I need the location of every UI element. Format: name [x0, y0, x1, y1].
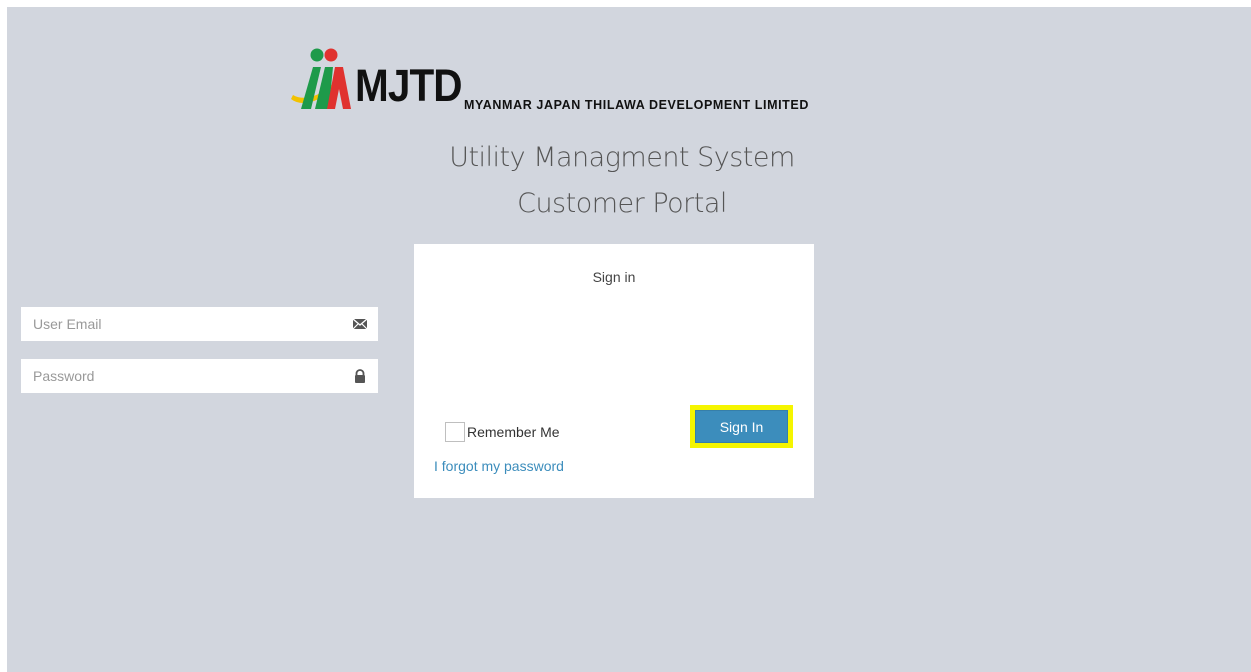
email-field: [20, 306, 379, 342]
password-input[interactable]: [21, 359, 355, 393]
sign-in-button-highlight: Sign In: [690, 405, 793, 448]
mjtd-logo-mark-icon: [291, 48, 351, 109]
forgot-password-link[interactable]: I forgot my password: [434, 458, 564, 474]
page-subtitle: Customer Portal: [517, 188, 727, 219]
logo-wordmark: MJTD: [355, 60, 463, 111]
email-input[interactable]: [21, 307, 355, 341]
password-field: [20, 358, 379, 394]
page-title: Utility Managment System: [449, 142, 795, 173]
logo-company-name: MYANMAR JAPAN THILAWA DEVELOPMENT LIMITE…: [464, 98, 809, 112]
remember-me[interactable]: Remember Me: [445, 420, 560, 444]
company-logo: MJTD MYANMAR JAPAN THILAWA DEVELOPMENT L…: [289, 47, 889, 113]
lock-icon: [355, 369, 365, 383]
envelope-icon: [352, 318, 368, 330]
remember-me-checkbox[interactable]: [445, 422, 465, 442]
sign-in-button[interactable]: Sign In: [695, 410, 788, 443]
login-box-title: Sign in: [592, 269, 636, 285]
remember-me-label: Remember Me: [467, 424, 560, 440]
